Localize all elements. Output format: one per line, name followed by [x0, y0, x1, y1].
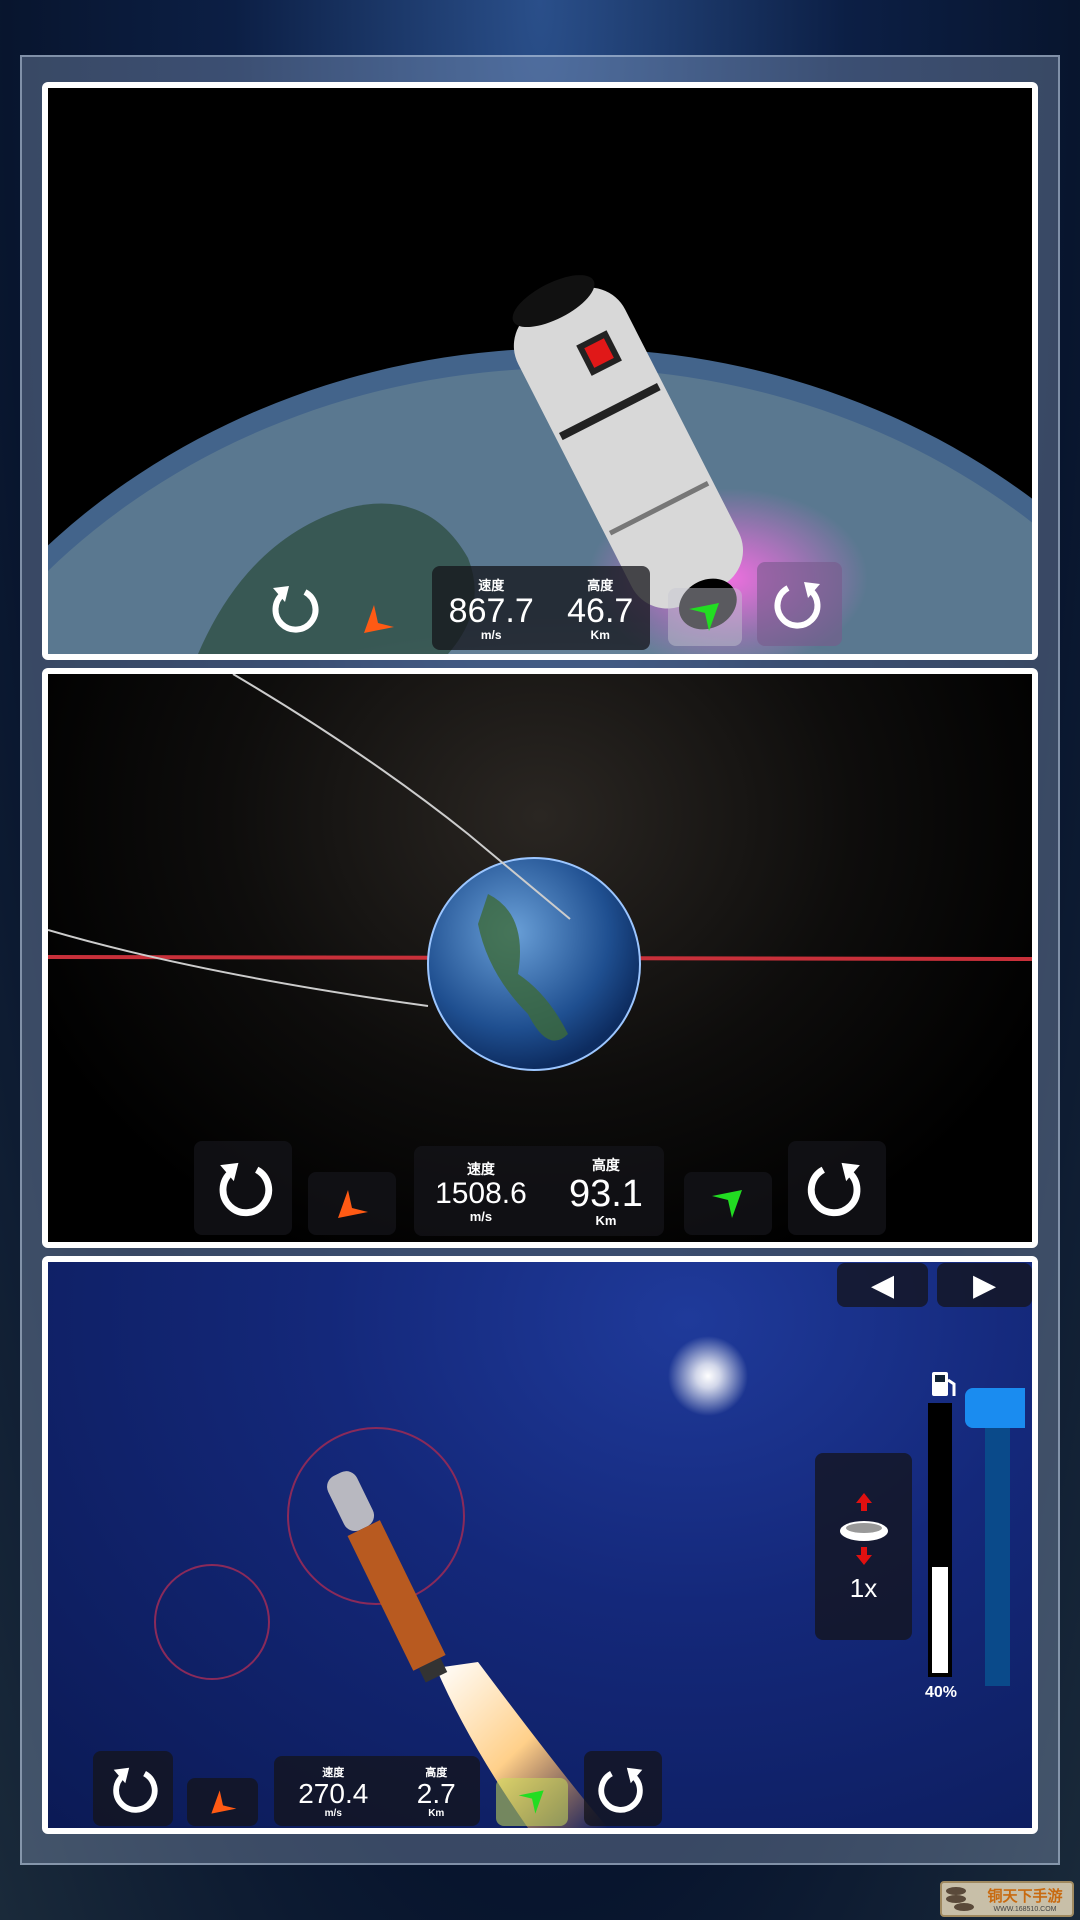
flight-readout: 速度 1508.6 m/s 高度 93.1 Km	[414, 1146, 664, 1236]
turn-left-button[interactable]	[187, 1778, 258, 1826]
screenshot-panel-3: ◀ ▶ 1x 40% 速度 270.4 m/s 高度 2.7 Km	[42, 1256, 1038, 1834]
speed-unit: m/s	[480, 627, 502, 642]
rotate-ccw-icon	[113, 1767, 158, 1813]
speed-value: 867.7	[448, 591, 534, 630]
rotate-ccw-icon	[219, 1162, 273, 1217]
orange-arrow-icon	[338, 1189, 368, 1218]
rotate-ccw-icon	[272, 586, 319, 633]
watermark-url: WWW.168510.COM	[993, 1906, 1057, 1913]
speed-readout: 速度 1508.6 m/s	[435, 1159, 527, 1224]
watermark-brand: 铜天下手游	[987, 1888, 1063, 1905]
altitude-label: 高度	[591, 1156, 620, 1173]
orange-arrow-icon	[364, 605, 394, 633]
throttle-slider-thumb[interactable]	[965, 1388, 1025, 1428]
rotate-left-button[interactable]	[248, 566, 338, 650]
speed-unit: m/s	[324, 1807, 342, 1819]
altitude-value: 46.7	[567, 591, 634, 630]
fuel-pump-icon	[932, 1372, 956, 1396]
rotate-right-button[interactable]	[584, 1751, 662, 1826]
altitude-value: 93.1	[568, 1172, 643, 1215]
altitude-value: 2.7	[416, 1777, 456, 1809]
altitude-label: 高度	[587, 577, 614, 593]
turn-right-button[interactable]	[668, 588, 742, 646]
rocket	[327, 1471, 448, 1683]
rotate-cw-icon	[774, 582, 820, 629]
right-triangle-icon: ▶	[972, 1268, 997, 1302]
screenshot-panel-2: 速度 1508.6 m/s 高度 93.1 Km	[42, 668, 1038, 1248]
turn-left-button[interactable]	[308, 1172, 396, 1235]
altitude-readout: 高度 2.7 Km	[417, 1764, 456, 1819]
turn-right-button[interactable]	[496, 1778, 568, 1826]
green-arrow-icon	[689, 603, 719, 631]
green-arrow-icon	[518, 1790, 544, 1814]
speed-readout: 速度 270.4 m/s	[298, 1764, 368, 1819]
left-triangle-icon: ◀	[870, 1268, 895, 1302]
rotate-cw-icon	[807, 1162, 861, 1217]
throttle-arrows-icon	[839, 1493, 888, 1565]
turn-right-button[interactable]	[684, 1172, 772, 1235]
rotate-left-button[interactable]	[194, 1141, 292, 1235]
speed-label: 速度	[478, 577, 505, 593]
green-arrow-icon	[712, 1189, 742, 1218]
flight-readout: 速度 270.4 m/s 高度 2.7 Km	[274, 1756, 480, 1826]
throttle-multiplier: 1x	[849, 1573, 878, 1603]
screenshot-panel-1: 速度 867.7 m/s 高度 46.7 Km	[42, 82, 1038, 660]
speed-label: 速度	[466, 1160, 495, 1177]
turn-left-button[interactable]	[338, 588, 418, 650]
altitude-unit: Km	[595, 1212, 617, 1228]
altitude-unit: Km	[428, 1807, 445, 1819]
next-button[interactable]: ▶	[937, 1263, 1032, 1307]
throttle-slider-track[interactable]	[985, 1401, 1010, 1686]
flight-readout: 速度 867.7 m/s 高度 46.7 Km	[432, 566, 650, 650]
fuel-level-fill	[932, 1566, 948, 1673]
altitude-readout: 高度 46.7 Km	[567, 575, 633, 642]
fuel-percent-label: 40%	[924, 1684, 958, 1701]
throttle-control[interactable]: 1x	[815, 1453, 912, 1640]
rotate-left-button[interactable]	[93, 1751, 173, 1826]
coins-icon	[946, 1887, 974, 1911]
speed-value: 270.4	[298, 1777, 369, 1809]
watermark-logo: 铜天下手游 WWW.168510.COM	[940, 1881, 1074, 1917]
rotate-cw-icon	[598, 1767, 643, 1813]
altitude-unit: Km	[590, 627, 610, 642]
speed-value: 1508.6	[435, 1176, 527, 1210]
rotate-right-button[interactable]	[788, 1141, 886, 1235]
altitude-readout: 高度 93.1 Km	[569, 1155, 643, 1228]
rotate-right-button[interactable]	[757, 562, 842, 646]
speed-unit: m/s	[469, 1208, 493, 1224]
orange-arrow-icon	[210, 1790, 236, 1814]
fuel-gauge	[928, 1403, 952, 1677]
previous-button[interactable]: ◀	[837, 1263, 928, 1307]
speed-readout: 速度 867.7 m/s	[449, 575, 534, 642]
